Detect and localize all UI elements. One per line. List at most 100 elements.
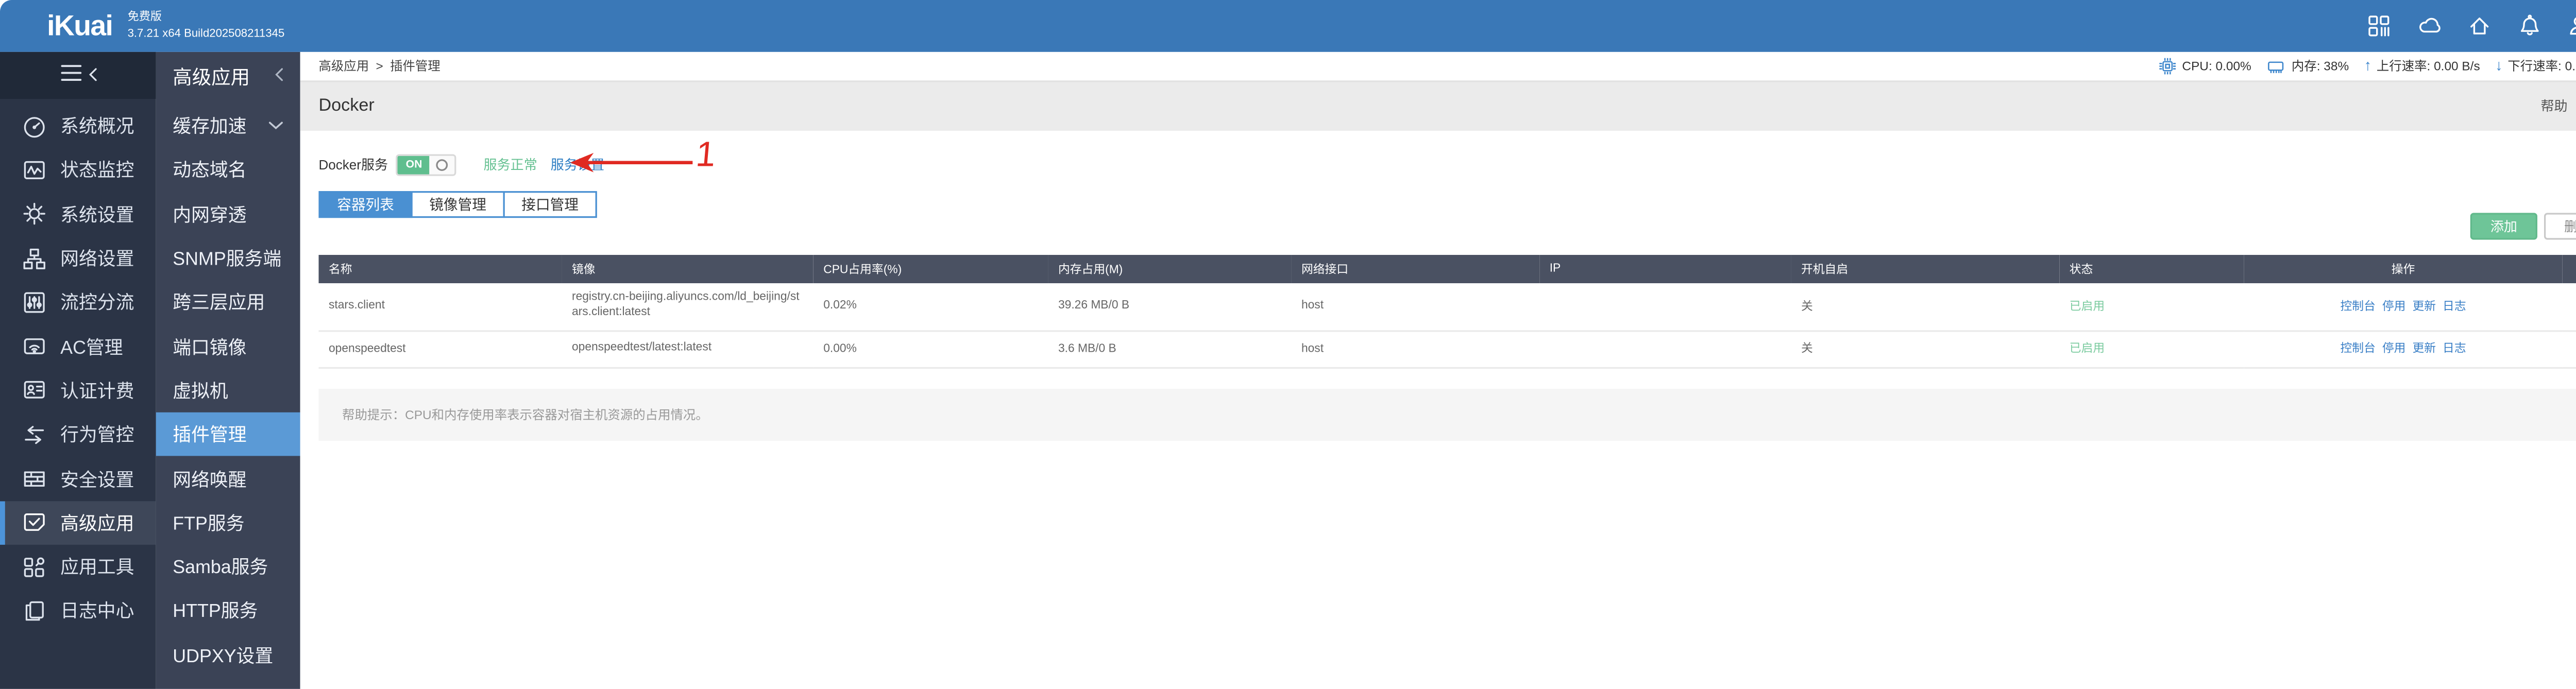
sidebar-item-advanced-apps[interactable]: 高级应用 [0,501,156,545]
cell-operations: 控制台 停用 更新 日志 [2244,330,2563,368]
toggle-circle [436,158,449,170]
toggle-off-segment [430,155,455,174]
stop-link[interactable]: 停用 [2382,301,2406,313]
subnav-item-udpxy-settings[interactable]: UDPXY设置 [156,633,300,677]
swap-arrows-icon [25,425,44,444]
cell-network: host [1291,283,1540,331]
apps-grid-icon[interactable] [2366,13,2392,39]
table-toolbar: 添加 删除 [2470,213,2576,240]
cell-cpu: 0.02% [813,283,1048,331]
stop-link[interactable]: 停用 [2382,343,2406,355]
gear-icon [23,203,45,225]
console-link[interactable]: 控制台 [2340,343,2375,355]
sidebar-item-traffic-control[interactable]: 流控分流 [0,280,156,324]
secondary-sidebar-header: 高级应用 [156,55,300,99]
ikuai-admin-app: iKuai 免费版 3.7.21 x64 Build202508211345 系… [0,0,2576,689]
sidebar-item-behavior-control[interactable]: 行为管控 [0,412,156,457]
annotation-number: 1 [694,135,718,175]
subnav-item-ddns[interactable]: 动态域名 [156,148,300,192]
page-links: 帮助 反馈 [2540,97,2576,115]
sidebar-item-ac-management[interactable]: AC管理 [0,324,156,369]
network-icon [23,248,45,269]
cpu-status: CPU: 0.00% [2159,57,2251,75]
tab-bar: 容器列表 镜像管理 接口管理 [318,191,2576,218]
bell-icon[interactable] [2516,13,2541,39]
upload-status: ↑ 上行速率: 0.00 B/s [2364,57,2480,75]
table-row: stars.client registry.cn-beijing.aliyunc… [318,283,2576,331]
sidebar-item-system-settings[interactable]: 系统设置 [0,192,156,236]
docker-service-label: Docker服务 [318,157,388,172]
sidebar-item-app-tools[interactable]: 应用工具 [0,545,156,589]
sliders-icon [24,291,45,313]
monitor-icon [24,161,45,179]
home-icon[interactable] [2467,13,2492,39]
subnav-item-port-mirroring[interactable]: 端口镜像 [156,324,300,369]
breadcrumb-page: 插件管理 [390,58,440,74]
cell-ip [1539,330,1791,368]
update-link[interactable]: 更新 [2412,343,2436,355]
cell-autostart: 关 [1791,283,2060,331]
sidebar-item-log-center[interactable]: 日志中心 [0,589,156,633]
user-icon[interactable] [2566,13,2576,39]
gauge-icon [24,116,45,137]
container-table: 名称 镜像 CPU占用率(%) 内存占用(M) 网络接口 IP 开机自启 状态 … [318,254,2576,368]
cell-cpu: 0.00% [813,330,1048,368]
subnav-item-plugin-management[interactable]: 插件管理 [156,412,300,457]
cell-autostart: 关 [1791,330,2060,368]
subnav-item-nat-traversal[interactable]: 内网穿透 [156,192,300,236]
content-area: 高级应用 > 插件管理 CPU: 0.00% 内存: 38% ↑ 上行速率: 0… [300,51,2576,689]
sidebar-item-system-overview[interactable]: 系统概况 [0,104,156,148]
status-badge: 已启用 [2059,283,2244,331]
help-link[interactable]: 帮助 [2540,97,2567,115]
sidebar-item-status-monitor[interactable]: 状态监控 [0,148,156,192]
delete-button[interactable]: 删除 [2544,213,2576,240]
help-tip: 帮助提示：CPU和内存使用率表示容器对宿主机资源的占用情况。 [318,388,2576,440]
chevron-down-icon [268,116,283,136]
secondary-sidebar-title: 高级应用 [173,68,250,89]
log-link[interactable]: 日志 [2443,343,2466,355]
console-link[interactable]: 控制台 [2340,301,2375,313]
col-network: 网络接口 [1291,254,1540,284]
logs-icon [25,601,44,621]
sidebar-item-security-settings[interactable]: 安全设置 [0,457,156,501]
annotation-arrow [570,152,693,173]
subnav-item-ftp-service[interactable]: FTP服务 [156,501,300,545]
tools-icon [24,557,45,577]
cell-operations: 控制台 停用 更新 日志 [2244,283,2563,331]
cell-name: stars.client [318,283,562,331]
subnav-item-virtual-machine[interactable]: 虚拟机 [156,368,300,412]
subnav-item-samba-service[interactable]: Samba服务 [156,545,300,589]
col-status: 状态 [2059,254,2244,284]
log-link[interactable]: 日志 [2443,301,2466,313]
cell-memory: 3.6 MB/0 B [1048,330,1292,368]
col-ip: IP [1539,254,1791,284]
subnav-item-http-service[interactable]: HTTP服务 [156,589,300,633]
chevron-left-icon [88,60,96,91]
status-badge: 已启用 [2059,330,2244,368]
sidebar-collapse-header[interactable] [0,51,156,99]
add-button[interactable]: 添加 [2470,213,2537,240]
subnav-item-cross-layer3[interactable]: 跨三层应用 [156,280,300,324]
subnav-item-cache-acceleration[interactable]: 缓存加速 [156,104,300,148]
hamburger-menu-icon [60,60,81,91]
tab-interface-management[interactable]: 接口管理 [503,191,597,218]
sidebar-item-auth-billing[interactable]: 认证计费 [0,368,156,412]
col-name: 名称 [318,254,562,284]
breadcrumb-section: 高级应用 [318,58,369,74]
subnav-item-snmp-server[interactable]: SNMP服务端 [156,236,300,281]
cloud-icon[interactable] [2416,13,2443,39]
tab-container-list[interactable]: 容器列表 [318,191,413,218]
subnav-item-wake-on-lan[interactable]: 网络唤醒 [156,457,300,501]
col-cpu: CPU占用率(%) [813,254,1048,284]
col-memory: 内存占用(M) [1048,254,1292,284]
system-status-bar: CPU: 0.00% 内存: 38% ↑ 上行速率: 0.00 B/s ↓ 下行… [2159,57,2576,75]
collapse-left-icon[interactable] [275,67,283,87]
tab-image-management[interactable]: 镜像管理 [411,191,505,218]
update-link[interactable]: 更新 [2412,301,2436,313]
docker-service-toggle[interactable]: ON [396,153,457,176]
app-check-icon [24,514,45,531]
page-body: Docker服务 ON 服务正常 服务设置 1 容器列表 镜像管理 接口管理 [300,131,2576,689]
cell-name: openspeedtest [318,330,562,368]
sidebar-item-network-settings[interactable]: 网络设置 [0,236,156,281]
cell-image: openspeedtest/latest:latest [562,330,814,368]
